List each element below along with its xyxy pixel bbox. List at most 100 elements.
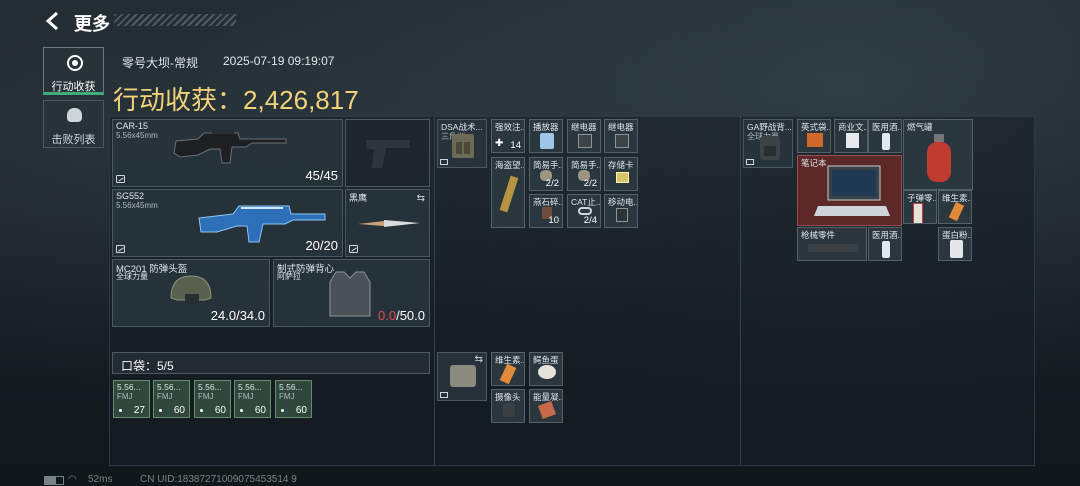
bullet-icon	[119, 409, 122, 412]
pocket-item[interactable]: 5.56... FMJ 60	[153, 380, 190, 418]
item-name: 5.56...	[238, 382, 262, 392]
relay-icon	[578, 134, 592, 148]
pocket-item[interactable]: 5.56... FMJ 60	[234, 380, 271, 418]
item-count: 2/2	[545, 178, 559, 189]
rig-item[interactable]: 海盗望...	[491, 157, 525, 228]
melee-slot[interactable]: 黑鹰 ⇆	[345, 189, 430, 257]
bullet-icon	[240, 409, 243, 412]
rig-item[interactable]: 强效注... ✚ 14	[491, 119, 525, 153]
pouch-icon	[450, 365, 476, 387]
inspect-icon[interactable]	[116, 245, 125, 253]
ammo-count: 45/45	[305, 168, 338, 183]
rig-item[interactable]: 继电器	[604, 119, 638, 153]
item-name: 英式袋...	[801, 122, 831, 132]
backpack-item[interactable]: 枪械零件	[797, 227, 867, 261]
helmet-brand: 全球力量	[116, 272, 148, 281]
helmet-slot[interactable]: MC201 防弹头盔 全球力量 24.0/34.0	[112, 259, 270, 327]
backpack-item[interactable]: 医用酒...	[868, 119, 902, 153]
backpack-item[interactable]: 商业文...	[834, 119, 868, 153]
backpack-item[interactable]: 医用酒...	[868, 227, 902, 261]
item-name: 摄像头	[495, 392, 521, 402]
armor-slot[interactable]: 制式防弹背心 阿萨拉 0.0/50.0	[273, 259, 430, 327]
backpack-item[interactable]: 子弹零...	[903, 190, 937, 224]
secondary-weapon-slot[interactable]: SG552 5.56x45mm 20/20	[112, 189, 343, 257]
item-count: 60	[173, 405, 185, 416]
item-count: 27	[133, 405, 145, 416]
item-name: 5.56...	[117, 382, 141, 392]
rig-item[interactable]: 存储卡	[604, 157, 638, 191]
map-name: 零号大坝-常规	[122, 56, 198, 70]
bullet-icon	[159, 409, 162, 412]
weapon-ammo: 5.56x45mm	[116, 131, 158, 140]
loot-value: 行动收获：2,426,817	[113, 80, 359, 117]
rig-item[interactable]: 继电器	[567, 119, 601, 153]
item-name: 移动电...	[608, 197, 638, 207]
item-count: 10	[548, 215, 559, 226]
divider	[434, 116, 435, 466]
gel-icon	[538, 401, 556, 419]
match-datetime: 2025-07-19 09:19:07	[223, 54, 335, 68]
target-icon	[67, 55, 83, 71]
item-sub: FMJ	[117, 392, 133, 401]
pocket-item[interactable]: 5.56... FMJ 27	[113, 380, 150, 418]
rifle-icon	[173, 129, 287, 164]
rig-item[interactable]: 简易手... 2/2	[567, 157, 601, 191]
rig-item[interactable]: 移动电...	[604, 194, 638, 228]
pocket-item[interactable]: 5.56... FMJ 60	[194, 380, 231, 418]
rig-item[interactable]: 燕石碎... 10	[529, 194, 563, 228]
sidebar-item-kills[interactable]: 击败列表	[43, 100, 104, 148]
divider	[740, 116, 741, 466]
bottle-icon	[882, 241, 890, 258]
inspect-icon[interactable]	[349, 245, 358, 253]
item-name: 医用酒...	[872, 230, 902, 240]
inspect-icon[interactable]	[440, 392, 448, 398]
backpack-item[interactable]: 维生素...	[938, 190, 972, 224]
pouch-item[interactable]: 维生素...	[491, 352, 525, 386]
item-name: 强效注...	[495, 122, 525, 132]
player-icon	[540, 133, 554, 149]
bullet-icon	[281, 409, 284, 412]
backpack-item[interactable]: 英式袋...	[797, 119, 831, 153]
ping: 52ms	[88, 474, 113, 485]
swap-icon[interactable]: ⇆	[475, 354, 483, 365]
item-count: 2/4	[583, 215, 597, 226]
item-sub: FMJ	[157, 392, 173, 401]
item-name: 5.56...	[157, 382, 181, 392]
inspect-icon[interactable]	[440, 159, 448, 165]
gun-parts-icon	[808, 244, 858, 252]
title-stripes	[114, 14, 236, 26]
pouch-item[interactable]: 能量凝...	[529, 389, 563, 423]
backpack-item[interactable]: 蛋白粉...	[938, 227, 972, 261]
rig-item[interactable]: CAT止... 2/4	[567, 194, 601, 228]
rig-item[interactable]: 播放器	[529, 119, 563, 153]
back-button[interactable]	[42, 10, 64, 32]
tourniquet-icon	[578, 207, 592, 215]
knife-icon	[358, 220, 420, 227]
swap-icon[interactable]: ⇆	[417, 193, 425, 204]
egg-icon	[538, 365, 556, 379]
pistol-icon	[366, 140, 410, 168]
rig-icon	[452, 134, 474, 158]
inspect-icon[interactable]	[746, 159, 754, 165]
primary-weapon-slot[interactable]: CAR-15 5.56x45mm 45/45	[112, 119, 343, 187]
pouch-item[interactable]: 鳄鱼蛋	[529, 352, 563, 386]
backpack-icon	[760, 136, 780, 160]
sidebar-item-label: 击败列表	[51, 134, 96, 146]
rig-item[interactable]: 简易手... 2/2	[529, 157, 563, 191]
item-name: 5.56...	[198, 382, 222, 392]
pouch-slot[interactable]: ⇆	[437, 352, 487, 401]
loot-value-label: 行动收获：	[113, 85, 244, 115]
melee-name: 黑鹰	[349, 193, 368, 203]
bottle-icon	[882, 133, 890, 150]
helmet-durability: 24.0/34.0	[210, 308, 265, 323]
backpack-slot[interactable]: GA野战背... 全球力量	[743, 119, 793, 168]
inspect-icon[interactable]	[116, 175, 125, 183]
pocket-item[interactable]: 5.56... FMJ 60	[275, 380, 312, 418]
sidearm-slot[interactable]	[345, 119, 430, 187]
chest-rig-slot[interactable]: DSA战术... 三角洲	[437, 119, 487, 168]
pouch-item[interactable]: 摄像头	[491, 389, 525, 423]
weapon-name: CAR-15	[116, 121, 149, 131]
sidebar-item-loot[interactable]: 行动收获	[43, 47, 104, 95]
backpack-item[interactable]: 笔记本	[797, 155, 902, 226]
backpack-item[interactable]: 燃气罐	[903, 119, 973, 190]
